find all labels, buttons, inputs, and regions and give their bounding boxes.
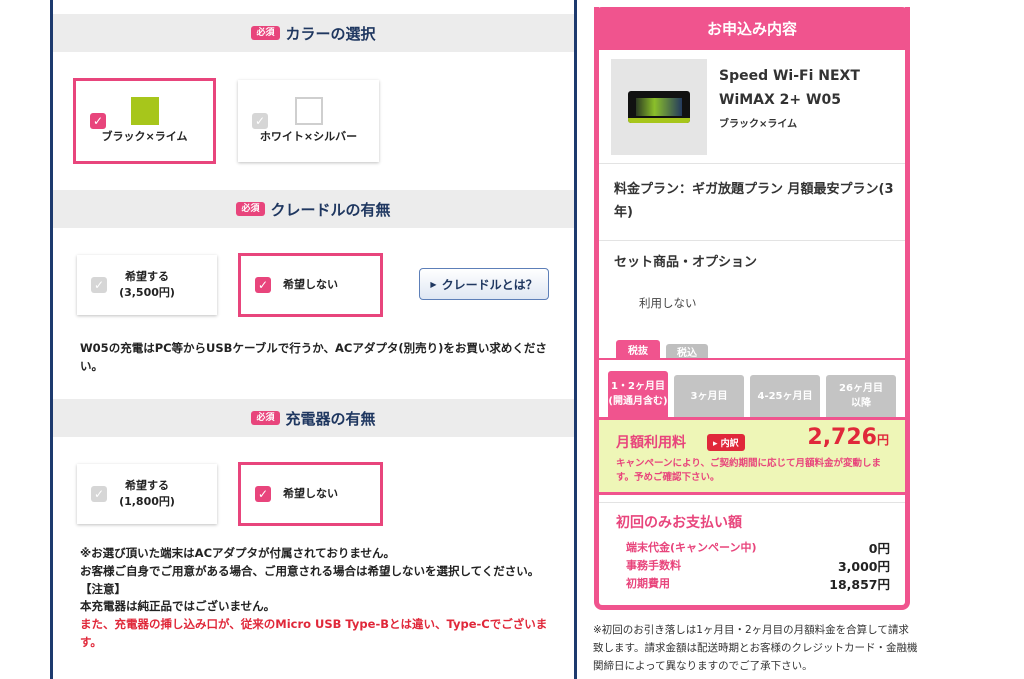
tab-month-3[interactable]: 3ヶ月目 xyxy=(674,375,744,417)
color-swatch-white xyxy=(294,96,323,125)
option-form: 必須 カラーの選択 ✓ ブラック×ライム ✓ ホワイト×シルバー 必須 クレード… xyxy=(50,0,577,679)
tab-month-4-25[interactable]: 4-25ヶ月目 xyxy=(750,375,820,417)
checkbox-unchecked-icon: ✓ xyxy=(91,486,107,502)
initial-row-fee: 事務手数料 3,000円 xyxy=(626,557,890,574)
cradle-option-label: 希望する xyxy=(124,269,169,283)
cradle-option-price: (3,500円) xyxy=(119,286,175,299)
monthly-fee-box: 月額利用料 ▸ 内訳 2,726円 キャンペーンにより、ご契約期間に応じて月額料… xyxy=(599,417,905,495)
triangle-right-icon: ▶ xyxy=(430,279,437,289)
breakdown-badge[interactable]: ▸ 内訳 xyxy=(707,434,745,451)
monthly-fee-label: 月額利用料 xyxy=(616,435,686,451)
plan-text: 料金プラン：ギガ放題プラン 月額最安プラン(3年) xyxy=(614,182,894,220)
color-option-label: ホワイト×シルバー xyxy=(259,129,358,143)
initial-row-label: 初期費用 xyxy=(626,577,670,590)
required-badge: 必須 xyxy=(251,410,280,426)
month-tab-label: 4-25ヶ月目 xyxy=(757,390,813,402)
checkbox-unchecked-icon: ✓ xyxy=(252,113,268,129)
month-tab-label: 3ヶ月目 xyxy=(690,390,728,402)
tab-tax-excluded[interactable]: 税抜 xyxy=(616,340,660,358)
charger-note-2: お客様ご自身でご用意がある場合、ご用意される場合は希望しないを選択してください。 xyxy=(80,563,540,578)
charger-note-1: ※お選び頂いた端末はACアダプタが付属されておりません。 xyxy=(80,546,395,560)
month-tab-sub: (開通月含む) xyxy=(608,396,668,407)
cradle-section-header: 必須 クレードルの有無 xyxy=(53,190,574,228)
checkbox-checked-icon: ✓ xyxy=(255,486,271,502)
caution-1: 本充電器は純正品ではございません。 xyxy=(80,599,276,614)
yen-unit: 円 xyxy=(876,433,889,447)
product-image xyxy=(611,59,707,155)
color-section-title: カラーの選択 xyxy=(285,24,376,43)
cradle-note: W05の充電はPC等からUSBケーブルで行うか、ACアダプタ(別売り)をお買い求… xyxy=(80,341,547,373)
color-swatch-lime xyxy=(130,96,159,125)
month-tab-sub: 以降 xyxy=(850,398,871,409)
color-option-white-silver[interactable]: ✓ ホワイト×シルバー xyxy=(238,80,379,162)
checkbox-unchecked-icon: ✓ xyxy=(91,277,107,293)
tab-underline xyxy=(599,358,905,360)
charger-option-price: (1,800円) xyxy=(119,495,175,508)
order-summary: Speed Wi-Fi NEXT WiMAX 2+ W05 ブラック×ライム 料… xyxy=(594,7,910,610)
product-name: Speed Wi-Fi NEXT WiMAX 2+ W05 xyxy=(719,65,860,113)
checkbox-checked-icon: ✓ xyxy=(90,113,106,129)
initial-row-total: 初期費用 18,857円 xyxy=(626,575,890,592)
initial-row-value: 18,857円 xyxy=(829,577,890,592)
triangle-right-icon: ▸ xyxy=(713,439,718,449)
charger-section-title: 充電器の有無 xyxy=(285,409,376,428)
tab-tax-included[interactable]: 税込 xyxy=(666,344,708,359)
charger-option-label: 希望しない xyxy=(283,486,338,500)
initial-row-value: 0円 xyxy=(868,541,890,556)
initial-row-device: 端末代金(キャンペーン中) 0円 xyxy=(626,539,890,556)
product-name-line1: Speed Wi-Fi NEXT xyxy=(719,68,860,84)
cradle-info-label: クレードルとは？ xyxy=(441,277,538,292)
initial-row-label: 事務手数料 xyxy=(626,559,681,572)
tab-month-1-2[interactable]: 1・2ヶ月目 (開通月含む) xyxy=(608,371,668,417)
monthly-fee-note: キャンペーンにより、ご契約期間に応じて月額料金が変動します。予めご確認下さい。 xyxy=(616,458,881,484)
color-option-black-lime[interactable]: ✓ ブラック×ライム xyxy=(73,78,216,164)
tab-month-26[interactable]: 26ヶ月目以降 xyxy=(826,375,896,417)
charger-option-want[interactable]: ✓ 希望する (1,800円) xyxy=(77,464,217,524)
required-badge: 必須 xyxy=(251,25,280,41)
cradle-option-want[interactable]: ✓ 希望する (3,500円) xyxy=(77,255,217,315)
required-badge: 必須 xyxy=(236,201,265,217)
divider xyxy=(599,163,905,164)
summary-title: お申込み内容 xyxy=(594,7,910,50)
charger-section-header: 必須 充電器の有無 xyxy=(53,399,574,437)
color-option-label: ブラック×ライム xyxy=(101,129,188,143)
color-section-header: 必須 カラーの選択 xyxy=(53,14,574,52)
month-tab-label: 1・2ヶ月目 xyxy=(611,381,665,392)
cradle-info-button[interactable]: ▶ クレードルとは？ xyxy=(419,268,549,300)
set-options-value: 利用しない xyxy=(639,296,697,310)
monthly-fee-amount: 2,726円 xyxy=(807,425,889,450)
charger-notes: ※お選び頂いた端末はACアダプタが付属されておりません。 お客様ご自身でご用意が… xyxy=(80,545,555,652)
charger-option-label: 希望する xyxy=(124,478,169,492)
router-device-icon xyxy=(628,91,690,123)
breakdown-label: 内訳 xyxy=(720,439,739,449)
monthly-amount-value: 2,726 xyxy=(807,425,877,450)
caution-2: また、充電器の挿し込み口が、従来のMicro USB Type-Bとは違い、Ty… xyxy=(80,617,548,650)
month-tab-label: 26ヶ月目 xyxy=(839,383,883,394)
cradle-option-no[interactable]: ✓ 希望しない xyxy=(238,253,383,317)
initial-row-value: 3,000円 xyxy=(837,559,890,574)
billing-footnote: ※初回のお引き落しは1ヶ月目・2ヶ月目の月額料金を合算して請求致します。請求金額… xyxy=(593,624,918,672)
charger-option-no[interactable]: ✓ 希望しない xyxy=(238,462,383,526)
divider xyxy=(599,240,905,241)
cradle-option-label: 希望しない xyxy=(283,277,338,291)
set-options-title: セット商品・オプション xyxy=(614,255,758,270)
initial-payment-title: 初回のみお支払い額 xyxy=(616,515,742,531)
cradle-section-title: クレードルの有無 xyxy=(270,200,391,219)
checkbox-checked-icon: ✓ xyxy=(255,277,271,293)
divider xyxy=(599,502,905,503)
initial-row-label: 端末代金(キャンペーン中) xyxy=(626,541,757,554)
product-name-line2: WiMAX 2+ W05 xyxy=(719,91,841,108)
caution-title: 【注意】 xyxy=(80,581,126,596)
product-color: ブラック×ライム xyxy=(719,119,798,130)
